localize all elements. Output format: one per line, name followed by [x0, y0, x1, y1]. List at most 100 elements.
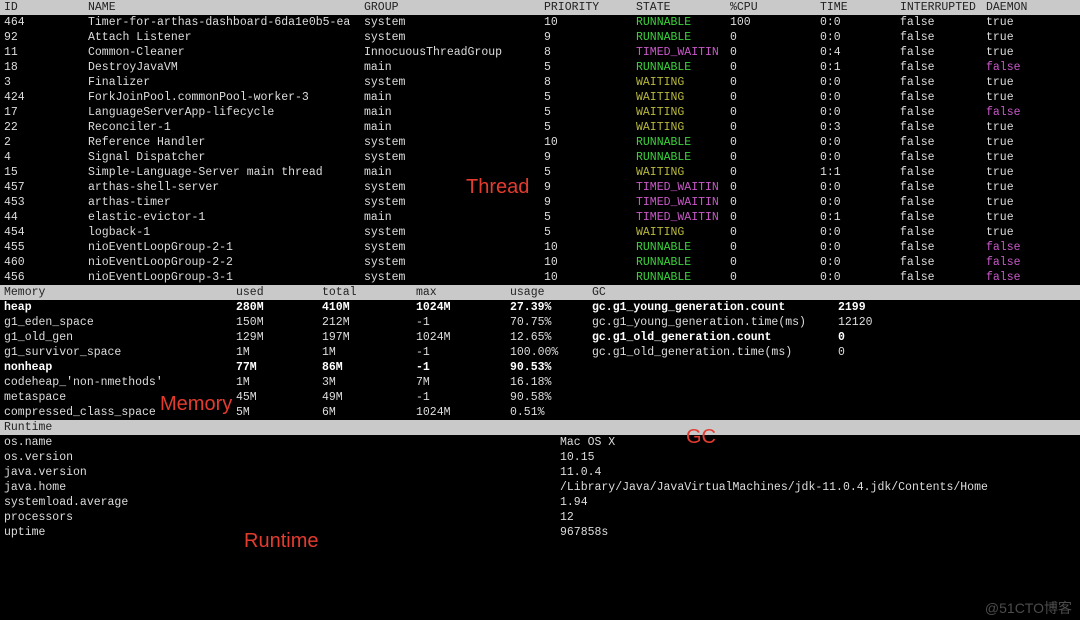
- cell: false: [900, 15, 986, 30]
- cell: Attach Listener: [88, 30, 364, 45]
- cell: system: [364, 135, 544, 150]
- cell: true: [986, 180, 1046, 195]
- col-used: used: [236, 285, 322, 300]
- cell: 129M: [236, 330, 322, 345]
- cell: 12120: [838, 315, 938, 330]
- runtime-table-body: os.nameMac OS Xos.version10.15java.versi…: [0, 435, 1080, 540]
- table-row: 464Timer-for-arthas-dashboard-6da1e0b5-e…: [0, 15, 1080, 30]
- cell: 0: [730, 165, 820, 180]
- col-interrupted: INTERRUPTED: [900, 0, 986, 15]
- cell: TIMED_WAITIN: [636, 45, 730, 60]
- cell: DestroyJavaVM: [88, 60, 364, 75]
- cell: 0:0: [820, 75, 900, 90]
- cell: [592, 375, 838, 390]
- cell: InnocuousThreadGroup: [364, 45, 544, 60]
- cell: 100: [730, 15, 820, 30]
- cell: WAITING: [636, 90, 730, 105]
- cell: TIMED_WAITIN: [636, 180, 730, 195]
- cell: main: [364, 165, 544, 180]
- runtime-value: 10.15: [560, 450, 1080, 465]
- cell: 1M: [236, 345, 322, 360]
- cell: elastic-evictor-1: [88, 210, 364, 225]
- table-row: 453arthas-timersystem9TIMED_WAITIN00:0fa…: [0, 195, 1080, 210]
- table-row: 92Attach Listenersystem9RUNNABLE00:0fals…: [0, 30, 1080, 45]
- cell: 9: [544, 150, 636, 165]
- cell: true: [986, 15, 1046, 30]
- cell: 17: [4, 105, 88, 120]
- cell: g1_eden_space: [4, 315, 236, 330]
- col-id: ID: [4, 0, 88, 15]
- cell: 3M: [322, 375, 416, 390]
- cell: RUNNABLE: [636, 15, 730, 30]
- cell: system: [364, 195, 544, 210]
- table-row: systemload.average1.94: [0, 495, 1080, 510]
- cell: 464: [4, 15, 88, 30]
- table-row: 3Finalizersystem8WAITING00:0falsetrue: [0, 75, 1080, 90]
- cell: 0:0: [820, 135, 900, 150]
- cell: false: [900, 225, 986, 240]
- cell: -1: [416, 360, 510, 375]
- cell: WAITING: [636, 75, 730, 90]
- cell: true: [986, 150, 1046, 165]
- cell: true: [986, 90, 1046, 105]
- cell: 16.18%: [510, 375, 592, 390]
- cell: main: [364, 210, 544, 225]
- table-row: 454logback-1system5WAITING00:0falsetrue: [0, 225, 1080, 240]
- table-row: 455nioEventLoopGroup-2-1system10RUNNABLE…: [0, 240, 1080, 255]
- cell: main: [364, 120, 544, 135]
- cell: RUNNABLE: [636, 270, 730, 285]
- cell: false: [900, 75, 986, 90]
- runtime-value: /Library/Java/JavaVirtualMachines/jdk-11…: [560, 480, 1080, 495]
- cell: g1_old_gen: [4, 330, 236, 345]
- table-row: os.nameMac OS X: [0, 435, 1080, 450]
- cell: false: [900, 45, 986, 60]
- table-row: 2Reference Handlersystem10RUNNABLE00:0fa…: [0, 135, 1080, 150]
- col-daemon: DAEMON: [986, 0, 1046, 15]
- thread-header: ID NAME GROUP PRIORITY STATE %CPU TIME I…: [0, 0, 1080, 15]
- table-row: 22Reconciler-1main5WAITING00:3falsetrue: [0, 120, 1080, 135]
- cell: 0:0: [820, 225, 900, 240]
- table-row: 18DestroyJavaVMmain5RUNNABLE00:1falsefal…: [0, 60, 1080, 75]
- cell: 9: [544, 180, 636, 195]
- runtime-value: Mac OS X: [560, 435, 1080, 450]
- cell: false: [900, 150, 986, 165]
- cell: 10: [544, 240, 636, 255]
- cell: Reconciler-1: [88, 120, 364, 135]
- cell: Signal Dispatcher: [88, 150, 364, 165]
- cell: nioEventLoopGroup-2-1: [88, 240, 364, 255]
- cell: false: [900, 60, 986, 75]
- runtime-key: java.home: [4, 480, 560, 495]
- cell: 92: [4, 30, 88, 45]
- cell: gc.g1_old_generation.count: [592, 330, 838, 345]
- cell: 10: [544, 270, 636, 285]
- table-row: 17LanguageServerApp-lifecyclemain5WAITIN…: [0, 105, 1080, 120]
- cell: LanguageServerApp-lifecycle: [88, 105, 364, 120]
- col-cpu: %CPU: [730, 0, 820, 15]
- runtime-key: systemload.average: [4, 495, 560, 510]
- cell: compressed_class_space: [4, 405, 236, 420]
- table-row: g1_eden_space150M212M-170.75%gc.g1_young…: [0, 315, 1080, 330]
- col-max: max: [416, 285, 510, 300]
- cell: 10: [544, 135, 636, 150]
- cell: 5: [544, 90, 636, 105]
- cell: 5: [544, 225, 636, 240]
- cell: 4: [4, 150, 88, 165]
- cell: [838, 360, 938, 375]
- runtime-value: 967858s: [560, 525, 1080, 540]
- cell: system: [364, 30, 544, 45]
- cell: 454: [4, 225, 88, 240]
- cell: 18: [4, 60, 88, 75]
- cell: 0:0: [820, 270, 900, 285]
- cell: 44: [4, 210, 88, 225]
- cell: 0: [730, 105, 820, 120]
- cell: 212M: [322, 315, 416, 330]
- cell: false: [900, 180, 986, 195]
- cell: arthas-timer: [88, 195, 364, 210]
- cell: Finalizer: [88, 75, 364, 90]
- table-row: 460nioEventLoopGroup-2-2system10RUNNABLE…: [0, 255, 1080, 270]
- cell: system: [364, 180, 544, 195]
- cell: 86M: [322, 360, 416, 375]
- cell: 9: [544, 30, 636, 45]
- cell: false: [986, 255, 1046, 270]
- cell: 10: [544, 255, 636, 270]
